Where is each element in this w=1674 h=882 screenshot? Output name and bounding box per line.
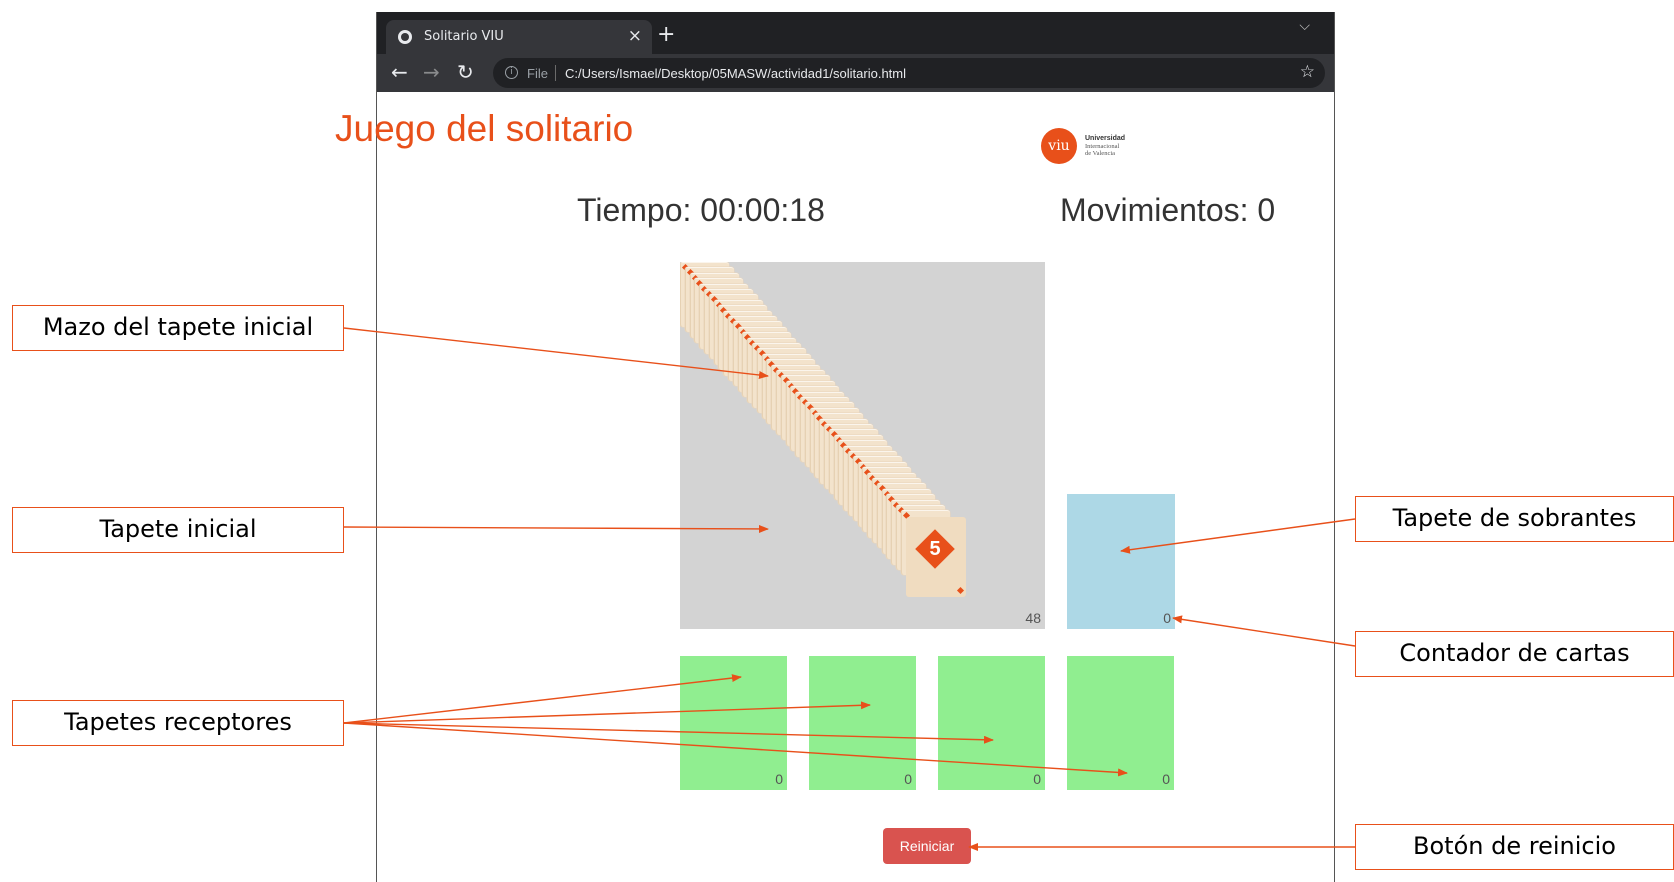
annotation-arrows: [343, 327, 1356, 851]
arrow-initial-mat: [343, 524, 769, 533]
arrow-receiver-4: [343, 722, 1128, 777]
arrow-deck: [343, 327, 769, 379]
arrow-counter: [1172, 615, 1356, 647]
arrow-surplus: [1120, 518, 1356, 554]
arrow-receiver-3: [343, 722, 994, 744]
